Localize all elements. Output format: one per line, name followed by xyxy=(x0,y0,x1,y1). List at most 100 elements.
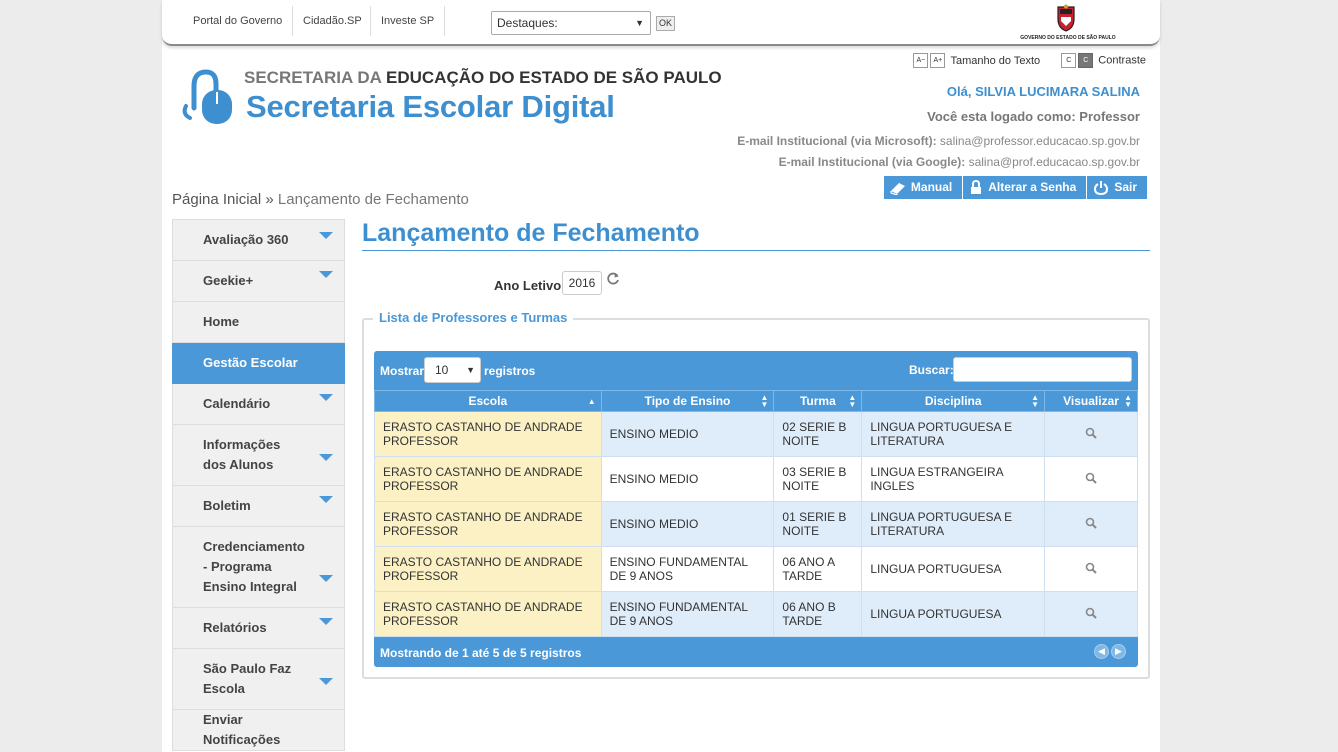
change-password-label: Alterar a Senha xyxy=(988,180,1077,194)
classes-table-panel: Mostrar 10 ▼ registros Buscar: Escola ▲ … xyxy=(374,351,1138,667)
contrast-label: Contraste xyxy=(1098,54,1146,67)
column-header-disciplina[interactable]: Disciplina ▲ ▼ xyxy=(861,390,1046,412)
magnifier-icon[interactable] xyxy=(1085,517,1097,529)
cell-turma: 02 SERIE B NOITE xyxy=(773,411,863,457)
page-size-value: 10 xyxy=(435,363,449,377)
app-title: Secretaria Escolar Digital xyxy=(246,89,615,124)
cell-visualizar xyxy=(1044,501,1138,547)
sidebar-item-label: Calendário xyxy=(203,396,271,411)
column-header-escola[interactable]: Escola ▲ xyxy=(374,390,602,412)
sidebar-item-credenciamento[interactable]: Credenciamento - Programa Ensino Integra… xyxy=(172,527,345,608)
contrast-dark-button[interactable]: C xyxy=(1078,53,1094,68)
email-microsoft-value: salina@professor.educacao.sp.gov.br xyxy=(939,134,1140,148)
sidebar-item-relatorios[interactable]: Relatórios xyxy=(172,608,345,649)
fieldset-legend: Lista de Professores e Turmas xyxy=(373,310,574,325)
column-header-visualizar[interactable]: Visualizar ▲ ▼ xyxy=(1044,390,1138,412)
ano-letivo-field[interactable]: 2016 xyxy=(562,271,602,295)
cell-turma: 06 ANO B TARDE xyxy=(773,591,863,637)
cell-disciplina: LINGUA ESTRANGEIRA INGLES xyxy=(861,456,1046,502)
table-toolbar: Mostrar 10 ▼ registros Buscar: xyxy=(374,351,1138,390)
user-role: Você esta logado como: Professor xyxy=(927,109,1140,124)
magnifier-icon[interactable] xyxy=(1085,607,1097,619)
lock-icon xyxy=(971,180,982,194)
column-header-tipo-ensino[interactable]: Tipo de Ensino ▲ ▼ xyxy=(600,390,775,412)
sidebar-item-label: Enviar Notificações xyxy=(203,712,281,747)
increase-font-button[interactable]: A+ xyxy=(930,53,946,68)
secretaria-title-prefix: SECRETARIA DA xyxy=(244,68,382,87)
logout-button[interactable]: Sair xyxy=(1087,176,1147,199)
caret-down-icon xyxy=(319,232,333,239)
mouse-logo-icon xyxy=(182,69,232,124)
accessibility-controls: A− A+ Tamanho do Texto CC Contraste xyxy=(913,53,1146,68)
sort-icon: ▲ ▼ xyxy=(760,393,769,409)
decrease-font-button[interactable]: A− xyxy=(913,53,929,68)
state-crest-icon xyxy=(1057,4,1075,32)
sidebar-item-calendario[interactable]: Calendário xyxy=(172,384,345,425)
search-label: Buscar: xyxy=(909,363,954,377)
table-header-row: Escola ▲ Tipo de Ensino ▲ ▼ Turma ▲ ▼ Disc… xyxy=(374,390,1138,412)
magnifier-icon[interactable] xyxy=(1085,427,1097,439)
caret-down-icon xyxy=(319,618,333,625)
breadcrumb-current: Lançamento de Fechamento xyxy=(277,191,469,208)
portal-governo-link[interactable]: Portal do Governo xyxy=(193,0,282,40)
cell-visualizar xyxy=(1044,546,1138,592)
sidebar: Avaliação 360 Geekie+ Home Gestão Escola… xyxy=(172,219,345,751)
sidebar-item-avaliacao-360[interactable]: Avaliação 360 xyxy=(172,220,345,261)
magnifier-icon[interactable] xyxy=(1085,472,1097,484)
breadcrumb-home-link[interactable]: Página Inicial xyxy=(172,191,261,208)
email-google: E-mail Institucional (via Google): salin… xyxy=(779,155,1140,169)
sidebar-item-label: Credenciamento - Programa Ensino Integra… xyxy=(203,539,305,594)
table-row: ERASTO CASTANHO DE ANDRADE PROFESSOR ENS… xyxy=(374,411,1138,457)
cell-tipo-ensino: ENSINO FUNDAMENTAL DE 9 ANOS xyxy=(600,591,775,637)
sidebar-item-label: Gestão Escolar xyxy=(203,355,298,370)
sidebar-item-boletim[interactable]: Boletim xyxy=(172,486,345,527)
sidebar-item-informacoes-alunos[interactable]: Informações dos Alunos xyxy=(172,425,345,486)
cidadao-sp-link[interactable]: Cidadão.SP xyxy=(303,0,362,40)
destaques-select[interactable]: Destaques: ▼ xyxy=(491,11,651,35)
manual-button[interactable]: Manual xyxy=(883,176,963,199)
ok-button[interactable]: OK xyxy=(656,16,675,31)
search-input[interactable] xyxy=(953,357,1132,382)
sidebar-item-enviar-notificacoes[interactable]: Enviar Notificações xyxy=(172,710,345,751)
cell-turma: 03 SERIE B NOITE xyxy=(773,456,863,502)
page-size-select[interactable]: 10 ▼ xyxy=(424,357,481,383)
cell-turma: 06 ANO A TARDE xyxy=(773,546,863,592)
column-header-label: Turma xyxy=(799,394,836,408)
magnifier-icon[interactable] xyxy=(1085,562,1097,574)
sidebar-item-label: Home xyxy=(203,314,240,329)
divider xyxy=(370,6,371,36)
government-bar: Portal do Governo Cidadão.SP Investe SP … xyxy=(162,0,1160,46)
breadcrumb: Página Inicial » Lançamento de Fechament… xyxy=(172,191,469,208)
cell-disciplina: LINGUA PORTUGUESA E LITERATURA xyxy=(861,501,1046,547)
column-header-label: Visualizar xyxy=(1063,394,1119,408)
sidebar-item-label: Boletim xyxy=(203,498,251,513)
change-password-button[interactable]: Alterar a Senha xyxy=(963,176,1087,199)
caret-down-icon xyxy=(319,454,333,461)
contrast-light-button[interactable]: C xyxy=(1061,53,1077,68)
refresh-icon[interactable] xyxy=(606,272,620,286)
next-page-button[interactable]: ▶ xyxy=(1111,644,1126,659)
cell-escola: ERASTO CASTANHO DE ANDRADE PROFESSOR xyxy=(374,456,602,502)
email-microsoft-label: E-mail Institucional (via Microsoft): xyxy=(737,134,937,148)
sidebar-item-label: São Paulo Faz Escola xyxy=(203,661,292,696)
page-size-label: Mostrar xyxy=(380,364,425,378)
font-size-label: Tamanho do Texto xyxy=(950,54,1041,67)
previous-page-button[interactable]: ◀ xyxy=(1094,644,1109,659)
secretaria-title-name: EDUCAÇÃO DO ESTADO DE SÃO PAULO xyxy=(386,68,722,87)
sidebar-item-gestao-escolar[interactable]: Gestão Escolar xyxy=(172,343,345,384)
sidebar-item-geekie[interactable]: Geekie+ xyxy=(172,261,345,302)
chevron-down-icon: ▼ xyxy=(466,365,475,375)
user-actions: Manual Alterar a Senha Sair xyxy=(883,176,1147,199)
power-icon xyxy=(1094,180,1109,195)
sidebar-item-sao-paulo-faz-escola[interactable]: São Paulo Faz Escola xyxy=(172,649,345,710)
caret-down-icon xyxy=(319,678,333,685)
cell-visualizar xyxy=(1044,591,1138,637)
caret-down-icon xyxy=(319,496,333,503)
logout-label: Sair xyxy=(1114,180,1137,194)
sidebar-item-home[interactable]: Home xyxy=(172,302,345,343)
column-header-turma[interactable]: Turma ▲ ▼ xyxy=(773,390,863,412)
sidebar-item-label: Informações dos Alunos xyxy=(203,437,281,472)
cell-visualizar xyxy=(1044,411,1138,457)
breadcrumb-separator: » xyxy=(265,191,274,208)
investe-sp-link[interactable]: Investe SP xyxy=(381,0,434,40)
